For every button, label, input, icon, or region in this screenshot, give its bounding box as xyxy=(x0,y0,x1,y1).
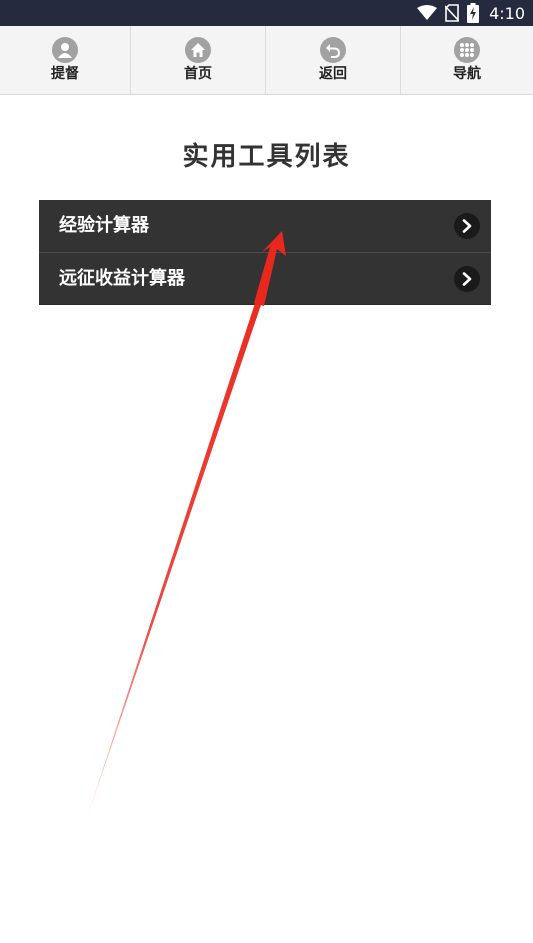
battery-charging-icon xyxy=(467,3,480,23)
grid-icon xyxy=(454,37,480,63)
chevron-right-icon xyxy=(454,213,480,239)
nav-label-back: 返回 xyxy=(319,66,347,82)
wifi-icon xyxy=(417,5,438,21)
home-icon xyxy=(185,37,211,63)
tool-item-exp-calculator[interactable]: 经验计算器 xyxy=(39,200,491,253)
nav-label-navigation: 导航 xyxy=(453,66,481,82)
nav-label-home: 首页 xyxy=(184,66,212,82)
person-icon xyxy=(52,37,78,63)
tool-label-exp-calculator: 经验计算器 xyxy=(59,215,149,236)
nav-item-navigation[interactable]: 导航 xyxy=(401,26,533,94)
page-title: 实用工具列表 xyxy=(182,142,351,172)
top-nav: 提督 首页 返回 导航 xyxy=(0,26,533,95)
chevron-right-icon xyxy=(454,266,480,292)
status-icons: 4:10 xyxy=(417,0,525,26)
no-sim-icon xyxy=(445,4,460,22)
tool-label-expedition-calculator: 远征收益计算器 xyxy=(59,268,185,289)
nav-item-home[interactable]: 首页 xyxy=(131,26,266,94)
status-time: 4:10 xyxy=(489,3,525,23)
app-screen: 4:10 提督 首页 返回 导航 实用工具列表 经验计算器 远征收益计算器 xyxy=(0,0,533,943)
nav-item-back[interactable]: 返回 xyxy=(266,26,401,94)
tool-item-expedition-calculator[interactable]: 远征收益计算器 xyxy=(39,253,491,305)
status-bar: 4:10 xyxy=(0,0,533,26)
nav-label-admiral: 提督 xyxy=(51,66,79,82)
tool-list: 经验计算器 远征收益计算器 xyxy=(39,200,491,305)
back-icon xyxy=(320,37,346,63)
nav-item-admiral[interactable]: 提督 xyxy=(0,26,131,94)
